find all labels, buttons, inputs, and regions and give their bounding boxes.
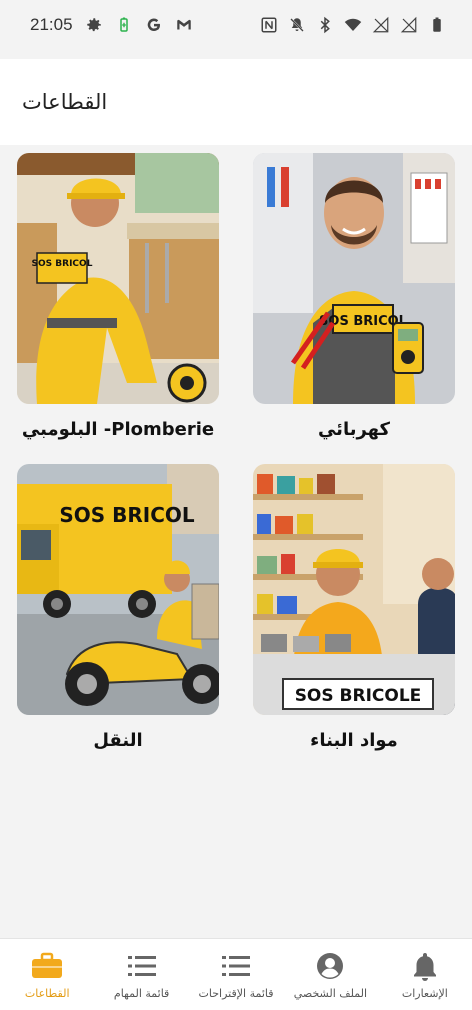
page-title: القطاعات xyxy=(22,90,108,114)
illustration-text: SOS BRICOLE xyxy=(295,686,422,706)
transport-truck-illustration[interactable]: SOS BRICOL xyxy=(17,464,219,715)
nav-item-suggestions[interactable]: قائمة الإقتراحات xyxy=(189,939,283,1010)
electrician-illustration[interactable]: SOS BRICOL xyxy=(253,153,455,404)
nfc-icon xyxy=(260,16,278,34)
battery-saver-icon xyxy=(115,16,133,34)
no-signal-icon xyxy=(372,16,390,34)
sector-label: مواد البناء xyxy=(310,730,398,751)
nav-label: قائمة المهام xyxy=(113,986,170,1000)
account-circle-icon xyxy=(314,950,346,982)
status-bar-left: 21:05 xyxy=(30,15,193,35)
list-icon xyxy=(220,950,252,982)
briefcase-icon xyxy=(31,950,63,982)
plumber-illustration[interactable]: SOS BRICOL xyxy=(17,153,219,404)
status-bar-right xyxy=(260,16,446,34)
gear-icon xyxy=(85,16,103,34)
sector-label: البلومبي -Plomberie xyxy=(21,419,215,440)
illustration-text: SOS BRICOL xyxy=(32,259,93,269)
sector-label: النقل xyxy=(93,730,143,751)
bottom-nav: القطاعات قائمة المهام قائمة الإقتراحات ا… xyxy=(0,938,472,1010)
nav-label: الملف الشخصي xyxy=(293,986,368,1000)
app-header: القطاعات xyxy=(0,59,472,145)
list-icon xyxy=(126,950,158,982)
status-time: 21:05 xyxy=(30,15,73,34)
nav-label: القطاعات xyxy=(24,986,70,1000)
no-signal-icon xyxy=(400,16,418,34)
nav-label: الإشعارات xyxy=(401,986,448,1000)
bluetooth-icon xyxy=(316,16,334,34)
gmail-icon xyxy=(175,16,193,34)
mute-icon xyxy=(288,16,306,34)
battery-icon xyxy=(428,16,446,34)
google-icon xyxy=(145,16,163,34)
nav-item-notifications[interactable]: الإشعارات xyxy=(378,939,472,1010)
sector-card-electrician[interactable]: SOS BRICOL كهربائي xyxy=(253,153,455,440)
illustration-text: SOS BRICOL xyxy=(59,503,195,527)
nav-label: قائمة الإقتراحات xyxy=(198,986,274,1000)
nav-item-profile[interactable]: الملف الشخصي xyxy=(283,939,377,1010)
sector-label: كهربائي xyxy=(317,419,391,440)
sector-card-building-materials[interactable]: SOS BRICOLE مواد البناء xyxy=(253,464,455,751)
bell-icon xyxy=(409,950,441,982)
building-materials-shop-illustration[interactable]: SOS BRICOLE xyxy=(253,464,455,715)
status-bar: 21:05 xyxy=(0,0,472,50)
nav-item-sectors[interactable]: القطاعات xyxy=(0,939,94,1010)
sector-card-plumbing[interactable]: SOS BRICOL البلومبي -Plomberie xyxy=(17,153,219,440)
wifi-icon xyxy=(344,16,362,34)
sector-card-transport[interactable]: SOS BRICOL النقل xyxy=(17,464,219,751)
nav-item-tasks[interactable]: قائمة المهام xyxy=(94,939,188,1010)
